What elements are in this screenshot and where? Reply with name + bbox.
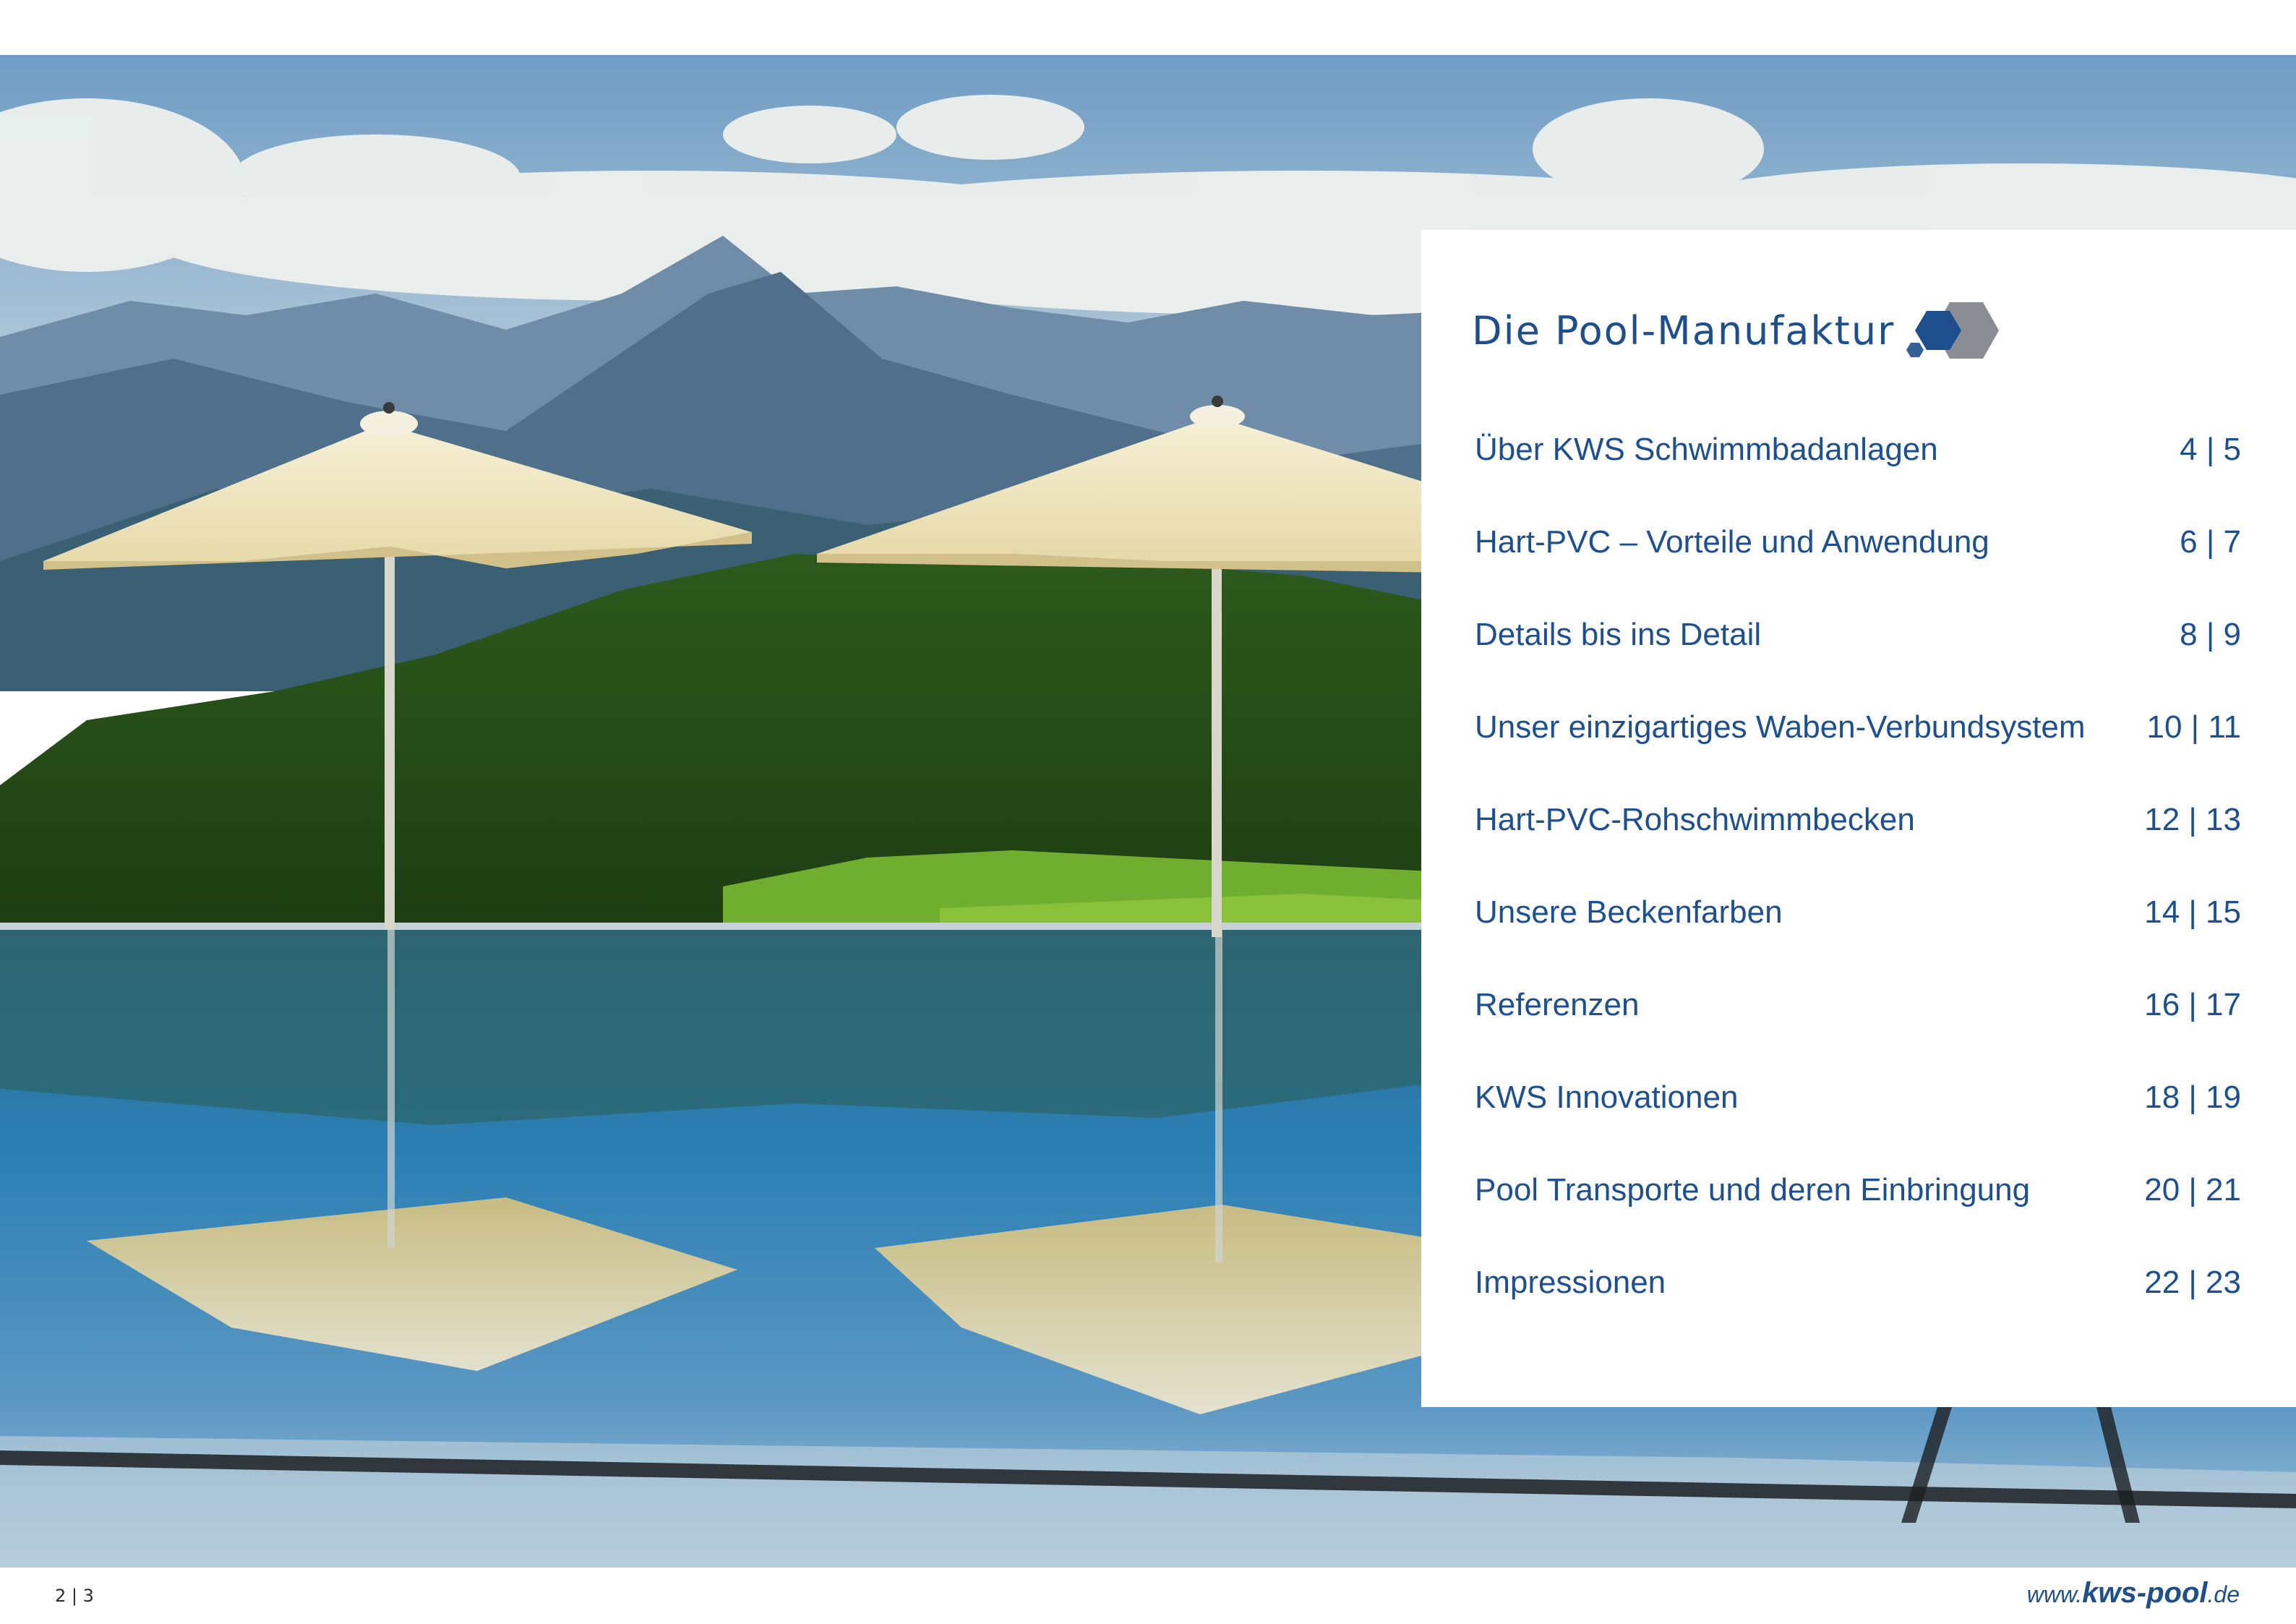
toc-title: Die Pool-Manufaktur: [1472, 307, 1896, 354]
url-prefix: www.: [2026, 1581, 2083, 1607]
toc-entry-pages: 8 | 9: [2180, 617, 2241, 652]
toc-entry-label: Hart-PVC – Vorteile und Anwendung: [1475, 524, 1989, 560]
hexagon-logo-icon: [1906, 302, 2000, 359]
website-link[interactable]: www.kws-pool.de: [2027, 1577, 2240, 1610]
toc-entry-pool-transporte[interactable]: Pool Transporte und deren Einbringung 20…: [1475, 1144, 2241, 1236]
toc-entry-label: Impressionen: [1475, 1265, 1666, 1300]
toc-entry-pages: 22 | 23: [2144, 1265, 2241, 1300]
toc-entry-pages: 10 | 11: [2146, 709, 2242, 745]
toc-entry-rohschwimmbecken[interactable]: Hart-PVC-Rohschwimmbecken 12 | 13: [1475, 774, 2241, 866]
page-number: 2 | 3: [55, 1586, 94, 1606]
toc-entry-impressionen[interactable]: Impressionen 22 | 23: [1475, 1236, 2241, 1329]
toc-entry-details[interactable]: Details bis ins Detail 8 | 9: [1475, 589, 2241, 681]
toc-entry-label: Hart-PVC-Rohschwimmbecken: [1475, 802, 1915, 837]
toc-entry-pages: 20 | 21: [2144, 1172, 2241, 1208]
toc-entry-hart-pvc-vorteile[interactable]: Hart-PVC – Vorteile und Anwendung 6 | 7: [1475, 496, 2241, 589]
toc-entry-label: Referenzen: [1475, 987, 1640, 1022]
table-of-contents-panel: Die Pool-Manufaktur Über KWS Schwimmbada…: [1421, 230, 2296, 1407]
toc-entry-innovationen[interactable]: KWS Innovationen 18 | 19: [1475, 1051, 2241, 1144]
toc-entry-beckenfarben[interactable]: Unsere Beckenfarben 14 | 15: [1475, 866, 2241, 959]
toc-entry-label: Unsere Beckenfarben: [1475, 894, 1783, 930]
toc-entry-label: Pool Transporte und deren Einbringung: [1475, 1172, 2031, 1208]
toc-entry-pages: 16 | 17: [2144, 987, 2241, 1022]
toc-entry-label: KWS Innovationen: [1475, 1080, 1739, 1115]
toc-entry-pages: 12 | 13: [2144, 802, 2241, 837]
url-brand: kws-pool: [2082, 1577, 2208, 1609]
toc-header: Die Pool-Manufaktur: [1472, 291, 2006, 370]
toc-entry-waben-verbundsystem[interactable]: Unser einzigartiges Waben-Verbundsystem …: [1475, 681, 2241, 774]
toc-entry-referenzen[interactable]: Referenzen 16 | 17: [1475, 959, 2241, 1051]
toc-entry-pages: 4 | 5: [2180, 432, 2241, 467]
toc-entry-pages: 18 | 19: [2144, 1080, 2241, 1115]
toc-list: Über KWS Schwimmbadanlagen 4 | 5 Hart-PV…: [1475, 403, 2241, 1329]
toc-entry-pages: 6 | 7: [2180, 524, 2241, 560]
toc-entry-label: Über KWS Schwimmbadanlagen: [1475, 432, 1938, 467]
toc-entry-ueber-kws[interactable]: Über KWS Schwimmbadanlagen 4 | 5: [1475, 403, 2241, 496]
toc-entry-label: Unser einzigartiges Waben-Verbundsystem: [1475, 709, 2086, 745]
toc-entry-label: Details bis ins Detail: [1475, 617, 1762, 652]
toc-entry-pages: 14 | 15: [2144, 894, 2241, 930]
url-suffix: .de: [2207, 1581, 2240, 1607]
